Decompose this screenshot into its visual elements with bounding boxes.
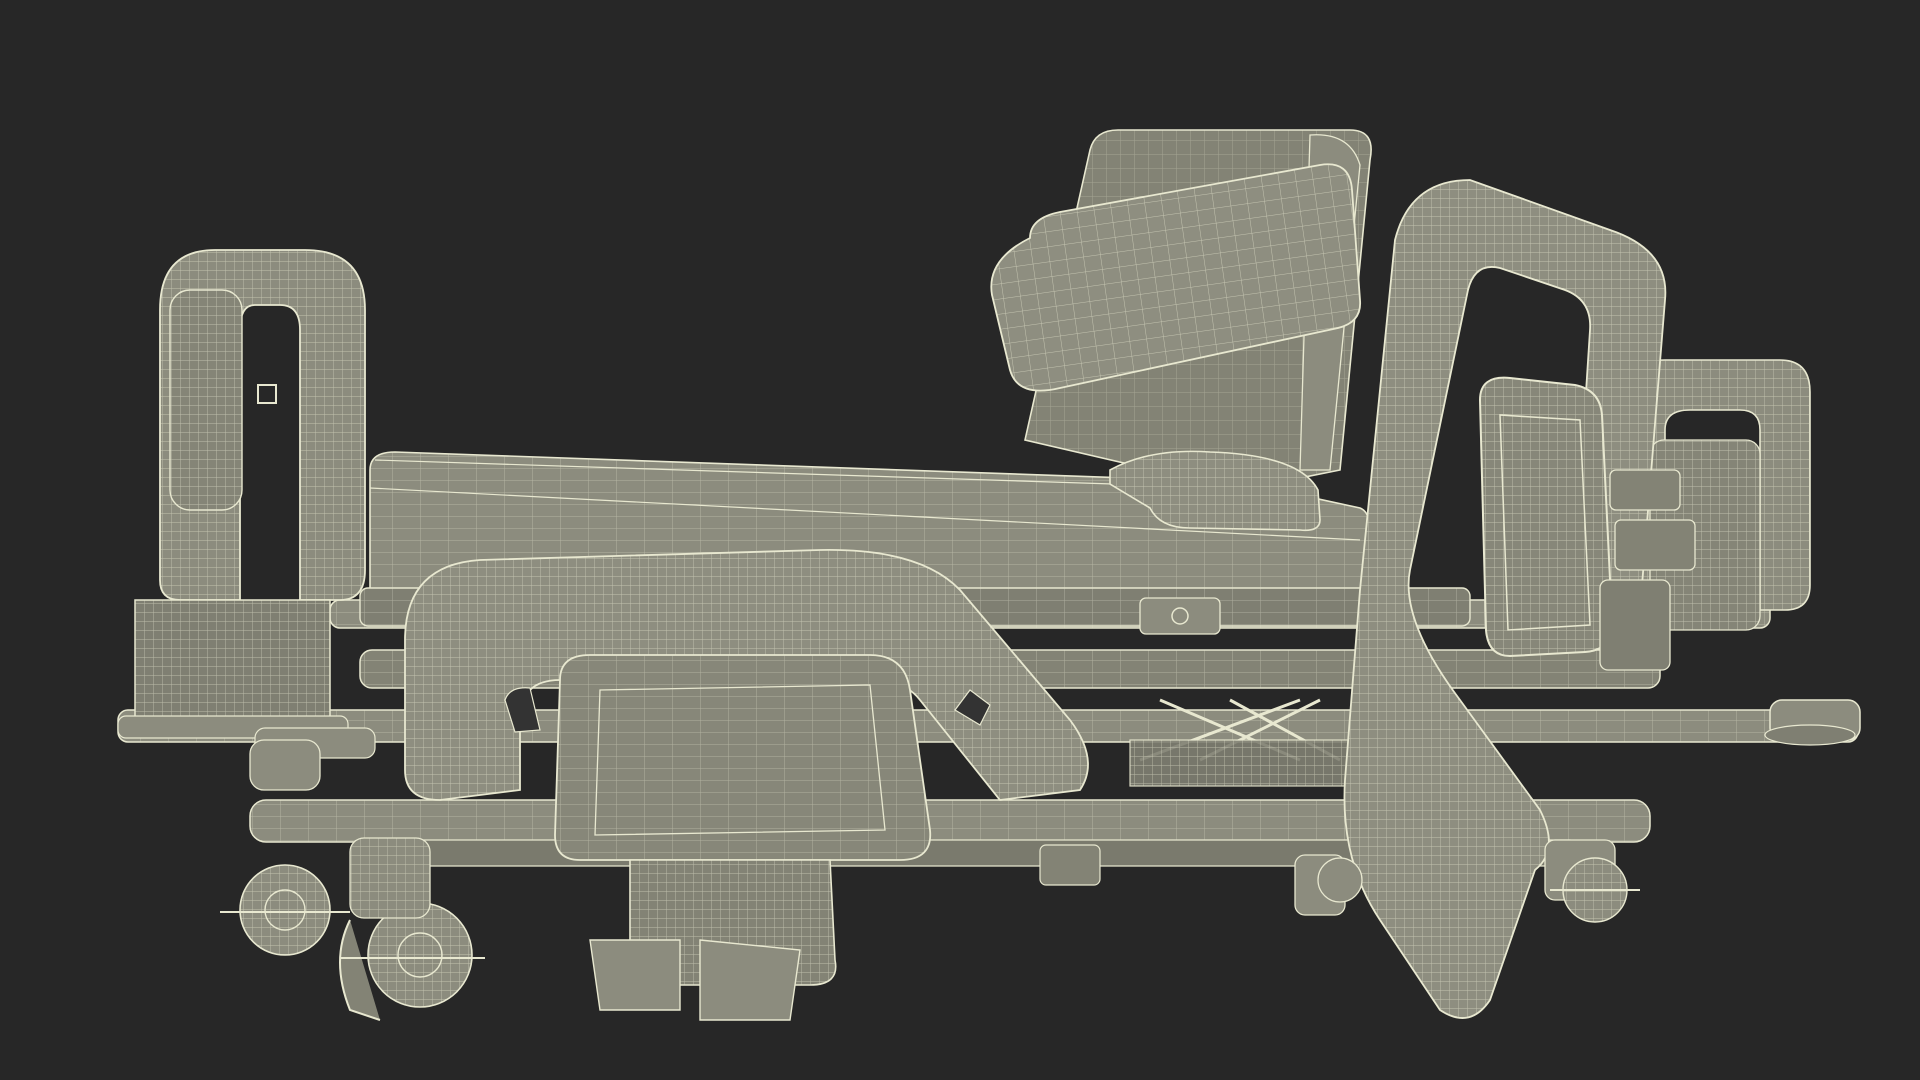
footboard-left [117,249,376,759]
caster-rear-right [1544,839,1640,923]
hospital-bed-wireframe [117,129,1861,1021]
pedal-housing [589,844,1101,1021]
caster-rear-left [1294,854,1363,916]
caster-front-left [220,739,350,956]
side-control-box [554,654,932,861]
viewport [0,0,1920,1080]
